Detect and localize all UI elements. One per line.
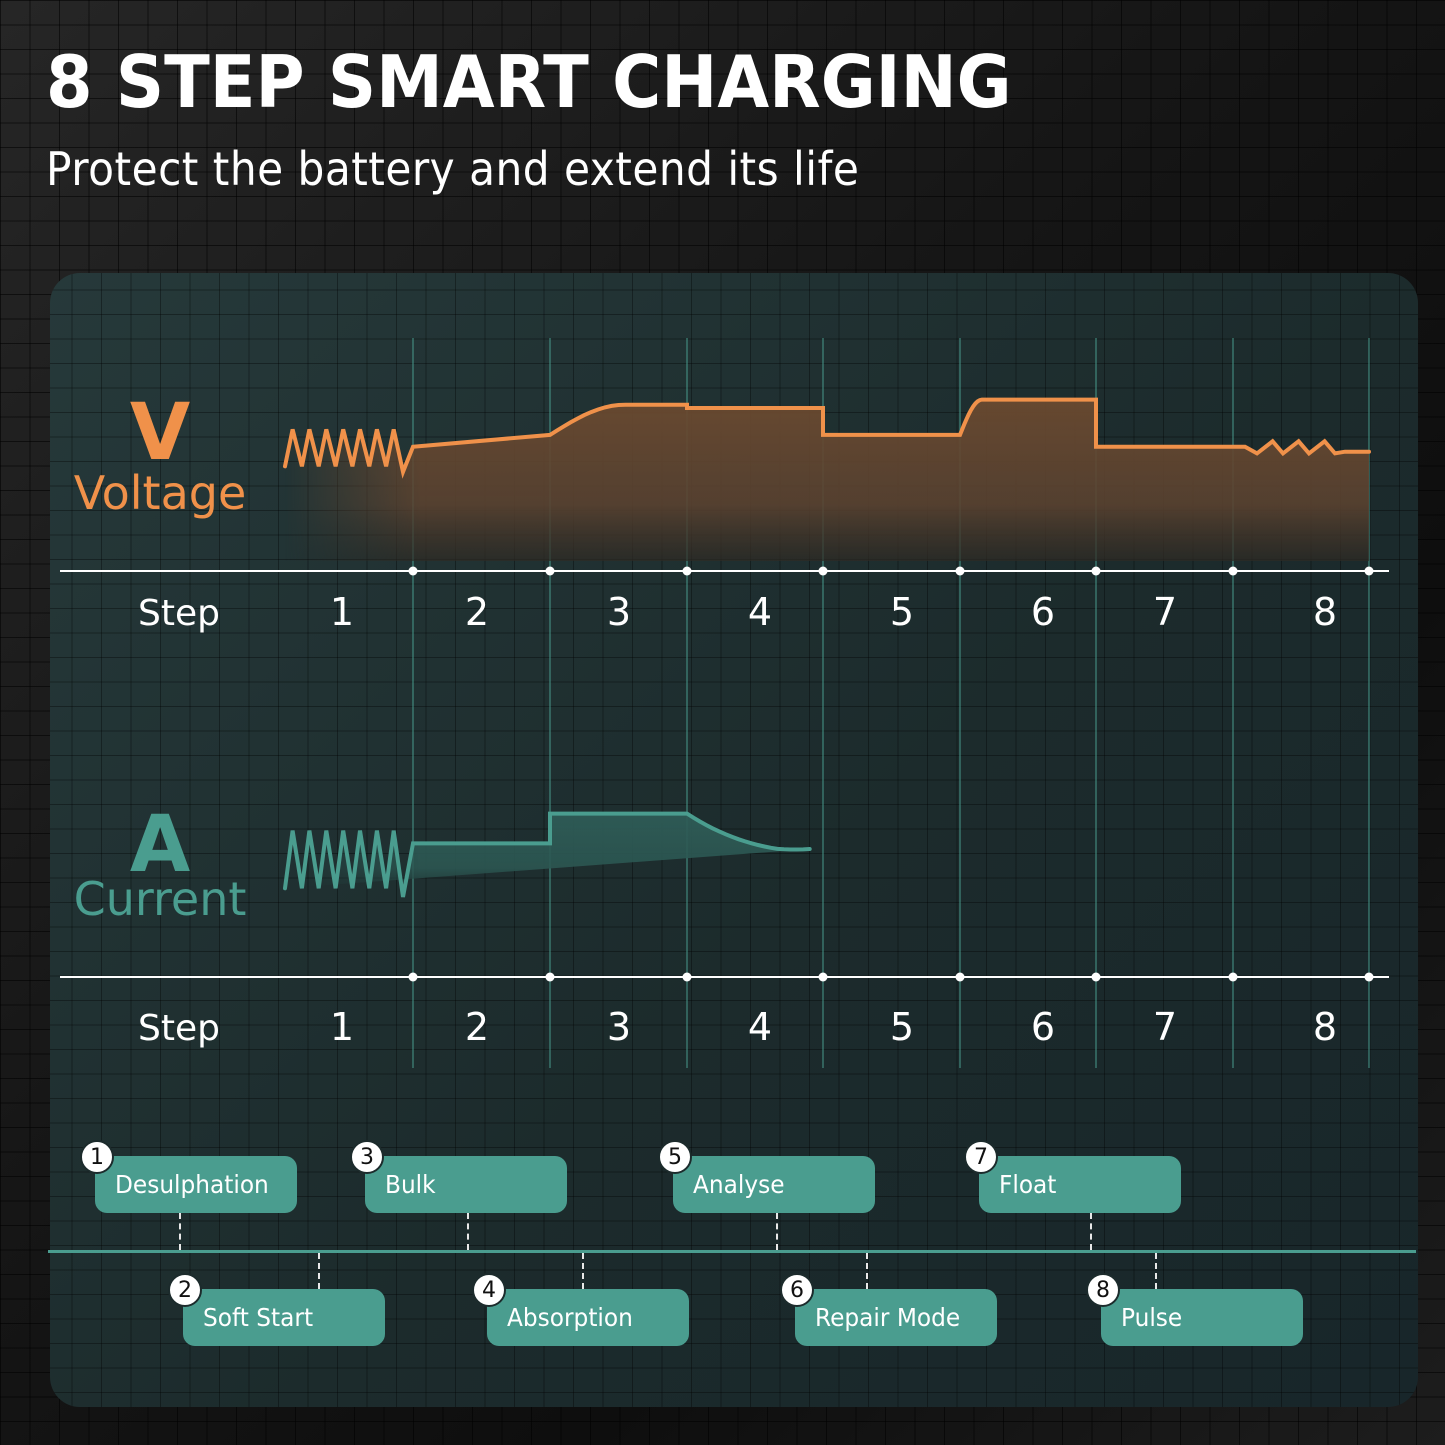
stage-label: Float bbox=[999, 1170, 1057, 1199]
stage-number-badge: 1 bbox=[80, 1140, 114, 1174]
axis-tick-dot bbox=[818, 566, 828, 576]
stage-label: Soft Start bbox=[203, 1303, 314, 1332]
stage-number-badge: 3 bbox=[350, 1140, 384, 1174]
step-tick-label: 7 bbox=[1153, 590, 1177, 634]
axis-label-step: Step bbox=[138, 1008, 220, 1049]
axis-tick-dot bbox=[1091, 566, 1101, 576]
step-tick-label: 8 bbox=[1313, 1005, 1337, 1049]
step-tick-label: 6 bbox=[1031, 1005, 1055, 1049]
stage-number-badge: 8 bbox=[1086, 1273, 1120, 1307]
step-tick-label: 4 bbox=[748, 590, 772, 634]
stage-number-badge: 2 bbox=[168, 1273, 202, 1307]
voltage-symbol: V bbox=[129, 388, 191, 478]
stage-pulse: Pulse bbox=[1101, 1289, 1303, 1346]
axis-tick-dot bbox=[1364, 972, 1374, 982]
voltage-fill bbox=[285, 399, 1369, 561]
axis-tick-dot bbox=[1091, 972, 1101, 982]
axis-tick-dot bbox=[545, 566, 555, 576]
stage-number-badge: 6 bbox=[780, 1273, 814, 1307]
stage-number-badge: 4 bbox=[472, 1273, 506, 1307]
step-tick-label: 7 bbox=[1153, 1005, 1177, 1049]
step-tick-label: 4 bbox=[748, 1005, 772, 1049]
stage-analyse: Analyse bbox=[673, 1156, 875, 1213]
stage-number-badge: 5 bbox=[658, 1140, 692, 1174]
stage-label: Bulk bbox=[385, 1170, 436, 1199]
step-labels: Step 1 2 3 4 5 6 7 8 Step 1 2 3 4 5 6 7 8 bbox=[138, 590, 1337, 1049]
current-area bbox=[283, 811, 812, 898]
stage-connector bbox=[1090, 1213, 1092, 1250]
stage-label: Desulphation bbox=[115, 1170, 269, 1199]
step-tick-label: 6 bbox=[1031, 590, 1055, 634]
axis-tick-dot bbox=[682, 566, 692, 576]
axis-tick-dot bbox=[955, 972, 965, 982]
axis-label-step: Step bbox=[138, 593, 220, 634]
step-tick-label: 5 bbox=[890, 590, 914, 634]
axis-tick-dot bbox=[408, 972, 418, 982]
voltage-area bbox=[283, 397, 1371, 561]
stage-connector bbox=[582, 1253, 584, 1289]
stage-desulphation: Desulphation bbox=[95, 1156, 297, 1213]
stage-soft-start: Soft Start bbox=[183, 1289, 385, 1346]
axis-tick-dot bbox=[1364, 566, 1374, 576]
stage-connector bbox=[1155, 1253, 1157, 1289]
axis-tick-dot bbox=[1228, 566, 1238, 576]
stage-number-badge: 7 bbox=[964, 1140, 998, 1174]
step-tick-label: 2 bbox=[465, 1005, 489, 1049]
axis-tick-dot bbox=[682, 972, 692, 982]
stage-repair-mode: Repair Mode bbox=[795, 1289, 997, 1346]
stage-label: Repair Mode bbox=[815, 1303, 961, 1332]
axis-tick-dot bbox=[408, 566, 418, 576]
stage-absorption: Absorption bbox=[487, 1289, 689, 1346]
step-tick-label: 2 bbox=[465, 590, 489, 634]
axis-tick-dot bbox=[818, 972, 828, 982]
charging-chart: Step 1 2 3 4 5 6 7 8 Step 1 2 3 4 5 6 7 8 bbox=[60, 338, 1389, 1068]
step-tick-label: 8 bbox=[1313, 590, 1337, 634]
stage-label: Pulse bbox=[1121, 1303, 1183, 1332]
stage-connector bbox=[318, 1253, 320, 1289]
stage-connector bbox=[467, 1213, 469, 1250]
stage-connector bbox=[179, 1213, 181, 1250]
stage-timeline bbox=[48, 1250, 1416, 1253]
stage-connector bbox=[866, 1253, 868, 1289]
current-label: Current bbox=[73, 872, 247, 926]
step-tick-label: 5 bbox=[890, 1005, 914, 1049]
stage-label: Absorption bbox=[507, 1303, 633, 1332]
axis-tick-dot bbox=[1228, 972, 1238, 982]
axis-tick-dot bbox=[545, 972, 555, 982]
step-tick-label: 1 bbox=[330, 1005, 354, 1049]
axis-tick-dot bbox=[955, 566, 965, 576]
voltage-label: Voltage bbox=[73, 466, 247, 520]
stage-bulk: Bulk bbox=[365, 1156, 567, 1213]
step-tick-label: 3 bbox=[607, 590, 631, 634]
stage-float: Float bbox=[979, 1156, 1181, 1213]
stage-label: Analyse bbox=[693, 1170, 785, 1199]
step-tick-label: 3 bbox=[607, 1005, 631, 1049]
stage-connector bbox=[776, 1213, 778, 1250]
step-tick-label: 1 bbox=[330, 590, 354, 634]
